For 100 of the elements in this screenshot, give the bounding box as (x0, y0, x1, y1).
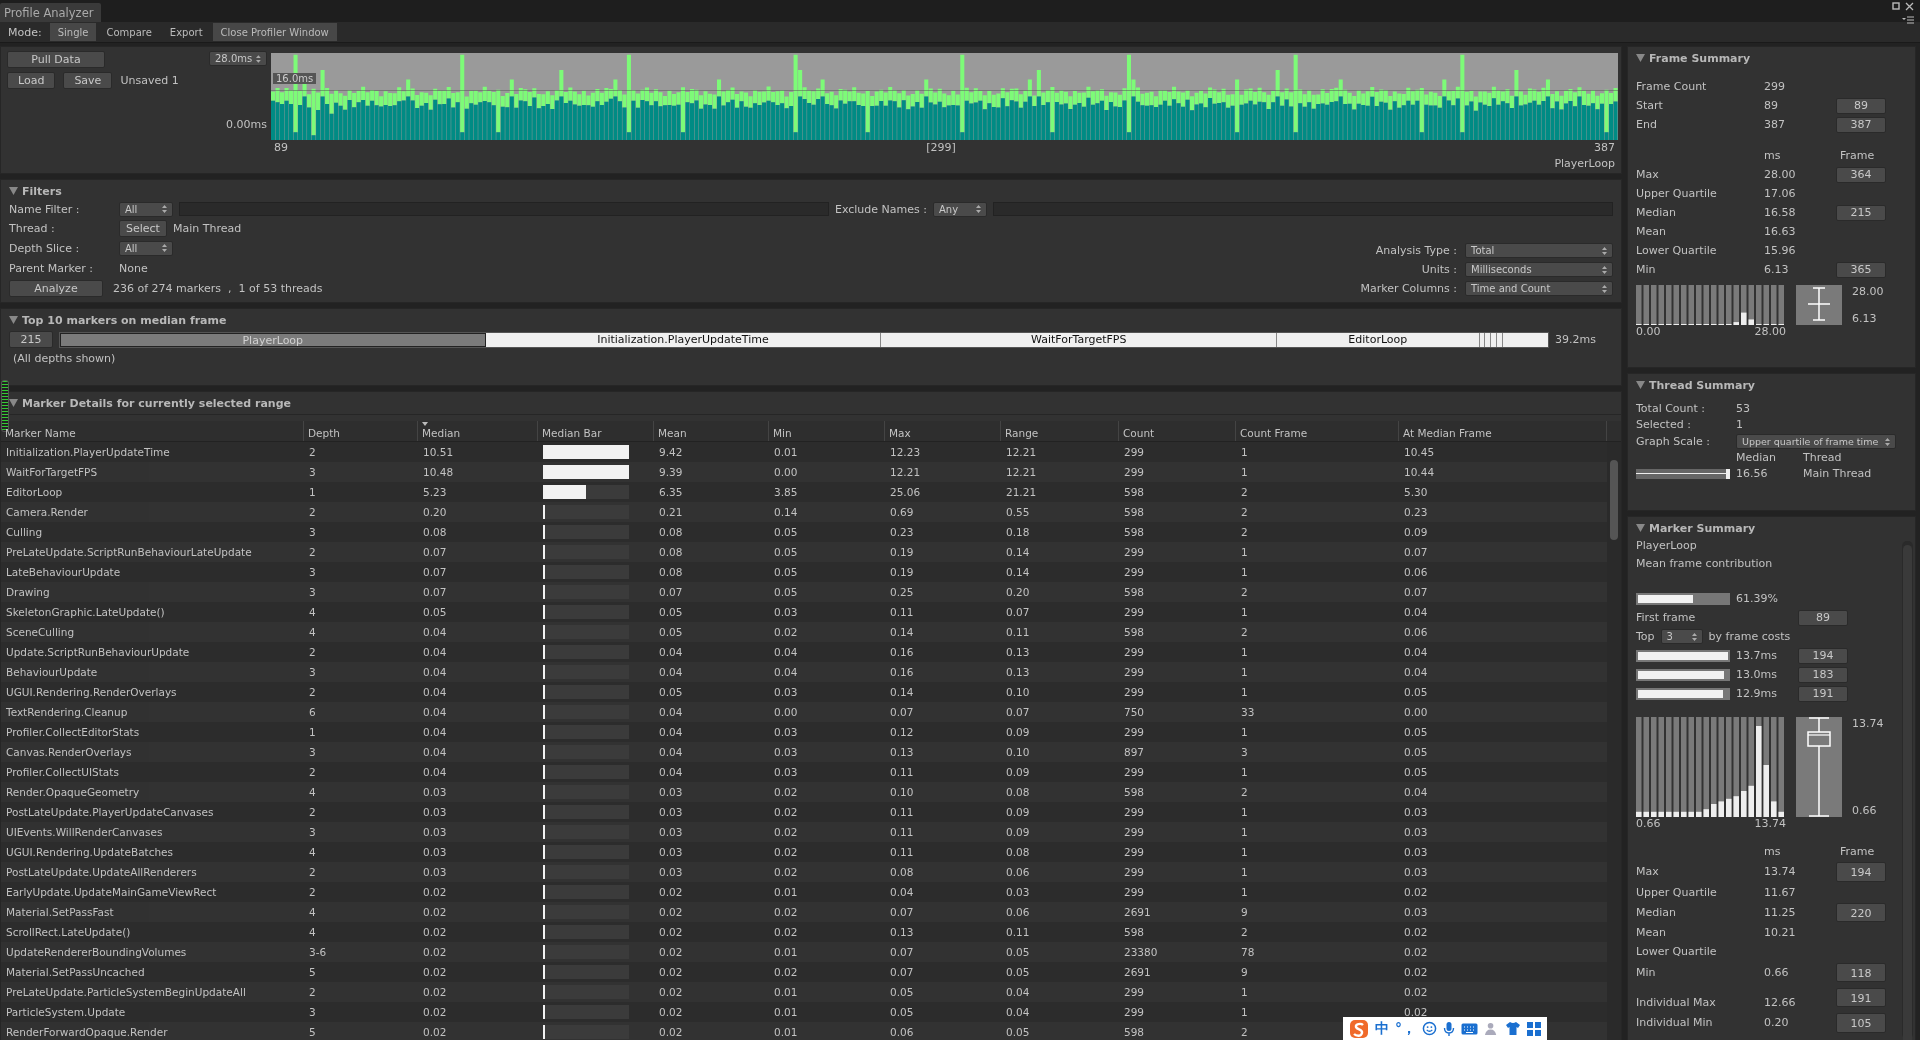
select-button[interactable]: Select (119, 219, 167, 237)
column-header[interactable]: Median Bar (538, 421, 654, 441)
table-cell[interactable]: PostLateUpdate.UpdateAllRenderers (6, 862, 197, 882)
mode-tab[interactable]: Compare (98, 23, 160, 41)
depth-dropdown[interactable]: All (119, 240, 173, 256)
stat-label: Median (1636, 205, 1677, 221)
collapse-icon[interactable] (9, 399, 18, 407)
option-dropdown[interactable]: Milliseconds (1465, 262, 1613, 277)
table-cell-text: 598 (1124, 785, 1145, 800)
pull-data-button[interactable]: Pull Data (7, 51, 105, 68)
collapse-icon[interactable] (9, 316, 18, 324)
column-header[interactable]: Range (1001, 421, 1119, 441)
slider-handle[interactable] (1726, 468, 1730, 479)
top-count-dropdown[interactable]: 3 (1660, 629, 1703, 644)
table-cell[interactable]: SkeletonGraphic.LateUpdate() (6, 602, 165, 622)
frame-button[interactable]: 105 (1836, 1013, 1886, 1033)
name-filter-dropdown[interactable]: All (119, 201, 173, 217)
stat-label: Individual Min (1636, 1015, 1714, 1032)
save-button[interactable]: Save (63, 72, 113, 89)
frame-button[interactable]: 215 (9, 331, 53, 348)
frame-button[interactable]: 364 (1836, 166, 1886, 183)
frame-button[interactable]: 118 (1836, 962, 1886, 983)
collapse-icon[interactable] (9, 187, 18, 195)
column-header[interactable]: Count (1119, 421, 1236, 441)
table-cell[interactable]: PostLateUpdate.PlayerUpdateCanvases (6, 802, 214, 822)
table-cell-text: 1 (309, 485, 316, 500)
mode-tab[interactable]: Export (161, 23, 211, 41)
bar-segment[interactable]: EditorLoop (1277, 332, 1480, 347)
frame-button[interactable]: 183 (1798, 666, 1848, 683)
maximize-icon[interactable] (1892, 2, 1900, 10)
frame-button[interactable]: 194 (1798, 647, 1848, 664)
table-cell[interactable]: PreLateUpdate.ScriptRunBehaviourLateUpdate (6, 542, 252, 562)
window-tab[interactable]: Profile Analyzer (0, 3, 102, 22)
frame-button[interactable]: 191 (1836, 988, 1886, 1008)
table-cell[interactable]: Profiler.CollectEditorStats (6, 722, 140, 742)
mode-tab[interactable]: Single (49, 23, 97, 41)
frame-button[interactable]: 89 (1836, 97, 1886, 114)
table-cell[interactable]: ParticleSystem.Update (6, 1002, 126, 1022)
frame-button[interactable]: 194 (1836, 862, 1886, 882)
table-cell-text: 0.20 (423, 505, 447, 520)
collapse-icon[interactable] (1636, 381, 1645, 389)
table-cell-text: 0.07 (890, 945, 914, 960)
frame-button[interactable]: 387 (1836, 116, 1886, 133)
column-header[interactable]: At Median Frame (1399, 421, 1607, 441)
table-cell[interactable]: ScrollRect.LateUpdate() (6, 922, 131, 942)
column-header[interactable]: Depth (304, 421, 418, 441)
table-cell[interactable]: Initialization.PlayerUpdateTime (6, 442, 170, 462)
frame-button[interactable]: 365 (1836, 261, 1886, 278)
close-icon[interactable] (1905, 2, 1914, 11)
table-cell[interactable]: Culling (6, 522, 43, 542)
table-cell[interactable]: UIEvents.WillRenderCanvases (6, 822, 163, 842)
frame-button[interactable]: 89 (1798, 609, 1848, 626)
table-cell[interactable]: Material.SetPassUncached (6, 962, 145, 982)
frame-button[interactable]: 191 (1798, 685, 1848, 702)
table-cell[interactable]: LateBehaviourUpdate (6, 562, 121, 582)
language-indicator[interactable]: 中 (1375, 1019, 1389, 1038)
table-cell-text: 0.04 (1404, 605, 1428, 620)
table-cell[interactable]: UpdateRendererBoundingVolumes (6, 942, 187, 962)
collapse-icon[interactable] (1636, 524, 1645, 532)
scale-dropdown[interactable]: 28.0ms (209, 51, 267, 66)
column-header[interactable]: Marker Name (1, 421, 304, 441)
bar-segment[interactable]: Initialization.PlayerUpdateTime (485, 332, 882, 347)
table-cell[interactable]: Profiler.CollectUIStats (6, 762, 119, 782)
graph-scale-dropdown[interactable]: Upper quartile of frame time (1736, 434, 1896, 449)
table-cell[interactable]: UGUI.Rendering.UpdateBatches (6, 842, 174, 862)
column-header[interactable]: Max (885, 421, 1001, 441)
table-cell[interactable]: RenderForwardOpaque.Render (6, 1022, 168, 1040)
column-header[interactable]: Mean (654, 421, 769, 441)
load-button[interactable]: Load (7, 72, 56, 89)
column-header[interactable]: Min (769, 421, 885, 441)
close-profiler-button[interactable]: Close Profiler Window (212, 23, 337, 41)
exclude-dropdown[interactable]: Any (933, 201, 987, 217)
option-dropdown[interactable]: Time and Count (1465, 281, 1613, 296)
microphone-icon[interactable] (1443, 1020, 1455, 1037)
table-cell[interactable]: EditorLoop (6, 482, 63, 502)
grid-icon[interactable] (1527, 1021, 1541, 1036)
frame-graph-drawing[interactable] (271, 53, 1618, 140)
table-cell[interactable]: UGUI.Rendering.RenderOverlays (6, 682, 177, 702)
table-cell[interactable]: PreLateUpdate.ParticleSystemBeginUpdateAll (6, 982, 246, 1002)
bar-segment[interactable]: WaitForTargetFPS (881, 332, 1278, 347)
table-cell[interactable]: Update.ScriptRunBehaviourUpdate (6, 642, 190, 662)
logo-icon[interactable] (1349, 1018, 1369, 1039)
table-cell-text: 0.03 (423, 805, 447, 820)
frame-button[interactable]: 215 (1836, 204, 1886, 221)
option-dropdown[interactable]: Total (1465, 243, 1613, 258)
keyboard-icon[interactable] (1461, 1022, 1478, 1035)
table-cell[interactable]: EarlyUpdate.UpdateMainGameViewRect (6, 882, 217, 902)
scrollbar[interactable] (1607, 442, 1621, 1040)
table-cell-text: 2691 (1124, 905, 1151, 920)
menu-icon[interactable] (1902, 16, 1914, 24)
smiley-icon[interactable] (1422, 1021, 1437, 1036)
column-header[interactable]: Median (418, 421, 538, 441)
column-header[interactable]: Count Frame (1236, 421, 1399, 441)
frame-button[interactable]: 220 (1836, 902, 1886, 923)
analyze-button[interactable]: Analyze (9, 279, 103, 297)
collapse-icon[interactable] (1636, 54, 1645, 62)
user-icon[interactable] (1484, 1021, 1499, 1036)
punctuation-indicator[interactable]: °， (1395, 1019, 1416, 1038)
shirt-icon[interactable] (1505, 1021, 1521, 1036)
table-cell-text: 0.04 (423, 745, 447, 760)
